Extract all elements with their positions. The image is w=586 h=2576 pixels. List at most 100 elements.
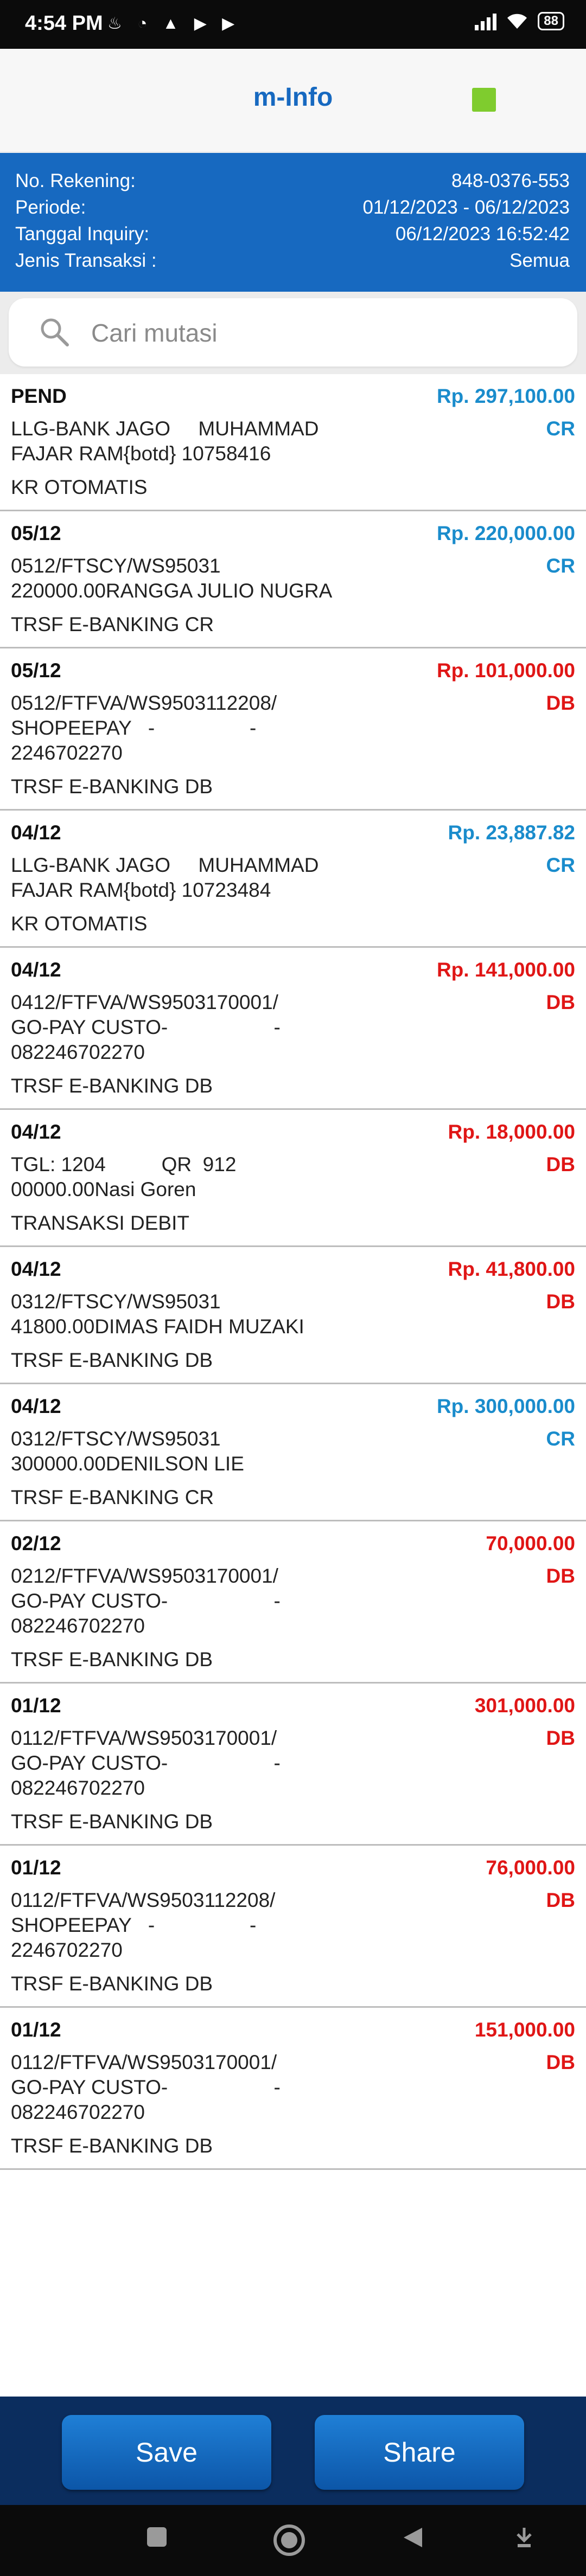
transaction-type: CR [546,854,575,876]
transaction-item[interactable]: 04/12 Rp. 18,000.00 TGL: 1204 QR 912 00000… [0,1110,586,1247]
jenis-row: Jenis Transaksi : Semua [15,250,570,272]
transaction-item[interactable]: 04/12 Rp. 41,800.00 0312/FTSCY/WS95031 418… [0,1247,586,1384]
transaction-header: 05/12 Rp. 101,000.00 [11,656,575,685]
transaction-body: 0412/FTFVA/WS9503170001/ GO-PAY CUSTO- -… [11,990,575,1065]
transaction-description: 0212/FTFVA/WS9503170001/ GO-PAY CUSTO- -… [11,1565,281,1637]
back-icon[interactable] [400,2526,424,2549]
rekening-label: No. Rekening: [15,170,136,191]
transaction-category: TRSF E-BANKING CR [11,1486,214,1508]
cell-signal-icon [475,12,497,30]
transaction-header: 05/12 Rp. 220,000.00 [11,519,575,548]
action-bar: Save Share [0,2397,586,2505]
transaction-description: 0312/FTSCY/WS95031 300000.00DENILSON LIE [11,1428,244,1475]
transaction-amount: Rp. 101,000.00 [436,659,575,682]
transaction-header: 02/12 70,000.00 [11,1529,575,1558]
status-time: 4:54 PM [25,12,103,35]
transaction-item[interactable]: 04/12 Rp. 141,000.00 0412/FTFVA/WS95031700… [0,948,586,1110]
transaction-item[interactable]: 01/12 76,000.00 0112/FTFVA/WS9503112208/ S… [0,1846,586,2008]
app-header: m-Info [0,49,586,152]
keyboard-hide-icon[interactable] [514,2526,534,2549]
periode-value: 01/12/2023 - 06/12/2023 [362,197,570,218]
transaction-item[interactable]: 05/12 Rp. 220,000.00 0512/FTSCY/WS95031 22… [0,511,586,648]
transaction-body: LLG-BANK JAGO MUHAMMAD FAJAR RAM{botd} 1… [11,416,575,466]
transaction-amount: Rp. 18,000.00 [448,1121,575,1143]
transaction-type: CR [546,417,575,440]
transaction-date: 04/12 [11,821,61,844]
transaction-body: 0212/FTFVA/WS9503170001/ GO-PAY CUSTO- -… [11,1564,575,1639]
save-button[interactable]: Save [62,2415,271,2490]
transaction-type: CR [546,555,575,577]
transaction-body: LLG-BANK JAGO MUHAMMAD FAJAR RAM{botd} 1… [11,853,575,903]
transaction-type: DB [546,1889,575,1911]
rekening-value: 848-0376-553 [451,170,570,191]
transaction-header: 01/12 76,000.00 [11,1853,575,1883]
search-bar [0,292,586,374]
inquiry-value: 06/12/2023 16:52:42 [395,223,570,245]
transaction-type: DB [546,991,575,1013]
transaction-amount: Rp. 297,100.00 [436,385,575,407]
transaction-description: 0112/FTFVA/WS9503112208/ SHOPEEPAY - - 2… [11,1889,276,1961]
periode-label: Periode: [15,197,86,218]
page-title: m-Info [253,83,333,112]
transaction-item[interactable]: 01/12 151,000.00 0112/FTFVA/WS9503170001/ … [0,2008,586,2170]
status-right: 88 [475,12,564,30]
transaction-date: 01/12 [11,1694,61,1717]
search-icon [41,318,69,346]
transaction-amount: Rp. 23,887.82 [448,821,575,844]
transaction-date: 01/12 [11,1856,61,1879]
transaction-category: KR OTOMATIS [11,476,148,498]
transaction-body: 0512/FTFVA/WS9503112208/ SHOPEEPAY - - 2… [11,691,575,766]
transaction-type: DB [546,1153,575,1175]
transaction-type: DB [546,1727,575,1749]
transaction-type: DB [546,692,575,714]
transaction-type: DB [546,1290,575,1313]
transaction-category: TRSF E-BANKING DB [11,1075,213,1097]
recents-icon[interactable] [145,2526,168,2548]
transaction-category: TRANSAKSI DEBIT [11,1212,189,1234]
transaction-date: 04/12 [11,1258,61,1280]
transaction-description: LLG-BANK JAGO MUHAMMAD FAJAR RAM{botd} 1… [11,854,319,901]
search-box[interactable] [9,298,577,367]
wifi-icon [507,14,527,29]
transaction-date: 04/12 [11,1395,61,1417]
transaction-item[interactable]: PEND Rp. 297,100.00 LLG-BANK JAGO MUHAMMAD… [0,374,586,511]
transaction-amount: 70,000.00 [486,1532,575,1554]
home-icon[interactable] [272,2523,306,2557]
transaction-date: PEND [11,385,67,407]
transaction-amount: Rp. 141,000.00 [436,959,575,981]
transaction-item[interactable]: 05/12 Rp. 101,000.00 0512/FTFVA/WS95031122… [0,648,586,811]
transaction-body: 0312/FTSCY/WS95031 300000.00DENILSON LIE… [11,1427,575,1476]
transaction-category: TRSF E-BANKING DB [11,775,213,798]
transaction-category: TRSF E-BANKING DB [11,1810,213,1833]
transaction-item[interactable]: 01/12 301,000.00 0112/FTFVA/WS9503170001/ … [0,1684,586,1846]
transaction-category: TRSF E-BANKING DB [11,1648,213,1671]
transaction-item[interactable]: 04/12 Rp. 23,887.82 LLG-BANK JAGO MUHAMMAD… [0,811,586,948]
transaction-type: CR [546,1428,575,1450]
transaction-date: 05/12 [11,659,61,682]
transaction-header: 04/12 Rp. 141,000.00 [11,955,575,985]
transaction-date: 04/12 [11,959,61,981]
transaction-list[interactable]: PEND Rp. 297,100.00 LLG-BANK JAGO MUHAMMAD… [0,374,586,2397]
transaction-amount: Rp. 220,000.00 [436,522,575,544]
transaction-description: 0412/FTFVA/WS9503170001/ GO-PAY CUSTO- -… [11,991,281,1063]
system-nav-bar [0,2505,586,2576]
search-input[interactable] [90,313,559,352]
transaction-item[interactable]: 02/12 70,000.00 0212/FTFVA/WS9503170001/ G… [0,1521,586,1684]
status-bar: 4:54 PM ♨ ◔ ▲ ▶ ▶ 88 [0,0,586,49]
share-button[interactable]: Share [315,2415,524,2490]
transaction-body: TGL: 1204 QR 912 00000.00Nasi Goren DB [11,1152,575,1202]
transaction-description: 0112/FTFVA/WS9503170001/ GO-PAY CUSTO- -… [11,1727,281,1799]
transaction-amount: 76,000.00 [486,1856,575,1879]
transaction-amount: Rp. 300,000.00 [436,1395,575,1417]
transaction-header: 04/12 Rp. 23,887.82 [11,818,575,847]
periode-row: Periode: 01/12/2023 - 06/12/2023 [15,197,570,219]
transaction-description: 0112/FTFVA/WS9503170001/ GO-PAY CUSTO- -… [11,2051,281,2123]
transaction-category: TRSF E-BANKING DB [11,2135,213,2157]
transaction-date: 05/12 [11,522,61,544]
transaction-type: DB [546,1565,575,1587]
transaction-category: TRSF E-BANKING DB [11,1349,213,1371]
jenis-value: Semua [509,250,570,271]
inquiry-row: Tanggal Inquiry: 06/12/2023 16:52:42 [15,223,570,245]
transaction-item[interactable]: 04/12 Rp. 300,000.00 0312/FTSCY/WS95031 30… [0,1384,586,1521]
transaction-body: 0112/FTFVA/WS9503170001/ GO-PAY CUSTO- -… [11,1726,575,1801]
